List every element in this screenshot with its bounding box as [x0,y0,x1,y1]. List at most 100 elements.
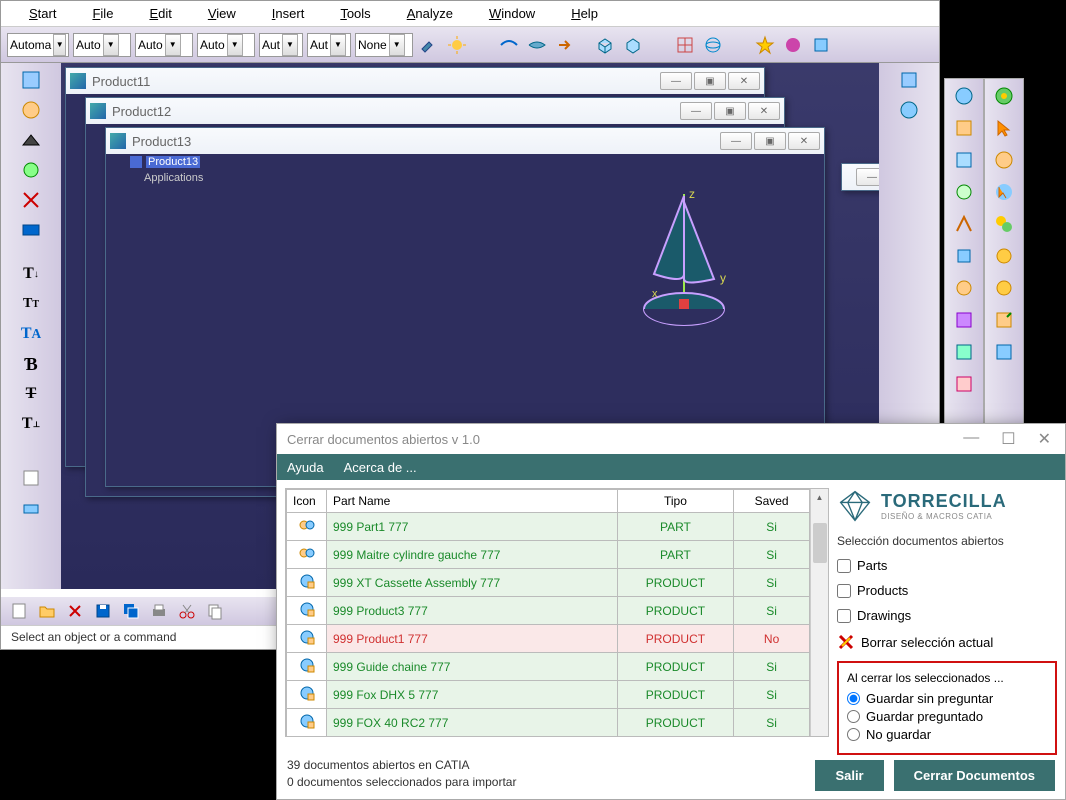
text-tool-5[interactable]: T [18,381,44,407]
menu-window[interactable]: Window [471,2,553,25]
outer-tool-6[interactable] [951,243,977,269]
table-row[interactable]: Drawing1DRAWINGNew [287,737,810,738]
table-row[interactable]: 999 Guide chaine 777PRODUCTSi [287,653,810,681]
cube2-icon[interactable] [621,33,645,57]
dropdown-5[interactable]: Aut▼ [259,33,303,57]
dropdown-4[interactable]: Auto▼ [197,33,255,57]
dropdown-2[interactable]: Auto▼ [73,33,131,57]
col-saved[interactable]: Saved [734,490,810,513]
dropdown-7[interactable]: None▼ [355,33,413,57]
minimize-button[interactable]: — [856,168,879,186]
outer-tool-b7[interactable] [991,275,1017,301]
minimize-button[interactable]: — [660,72,692,90]
check-products[interactable]: Products [837,583,1057,598]
child-titlebar-2[interactable]: Product12 — ▣ ✕ [86,98,784,124]
child-titlebar-3[interactable]: Product13 — ▣ ✕ [106,128,824,154]
view-icon[interactable] [525,33,549,57]
dropdown-3[interactable]: Auto▼ [135,33,193,57]
text-tool-4[interactable]: Ɓ [18,351,44,377]
outer-tool-4[interactable] [951,179,977,205]
fly-icon[interactable] [497,33,521,57]
minimize-button[interactable]: — [680,102,712,120]
color-icon[interactable] [781,33,805,57]
col-tipo[interactable]: Tipo [617,490,734,513]
outer-tool-8[interactable] [951,307,977,333]
col-partname[interactable]: Part Name [327,490,618,513]
dialog-close-button[interactable]: ✕ [1034,429,1055,449]
outer-tool-b6[interactable] [991,243,1017,269]
dialog-titlebar[interactable]: Cerrar documentos abiertos v 1.0 — ☐ ✕ [277,424,1065,454]
outer-tool-b5[interactable] [991,211,1017,237]
scroll-up-icon[interactable]: ▲ [811,489,828,505]
radio-no-save[interactable]: No guardar [847,727,1047,742]
cursor-icon[interactable] [991,115,1017,141]
menu-edit[interactable]: Edit [131,2,189,25]
radio-save-no-ask[interactable]: Guardar sin preguntar [847,691,1047,706]
tool-l5[interactable] [18,187,44,213]
cube1-icon[interactable] [593,33,617,57]
outer-tool-b3[interactable] [991,147,1017,173]
tool-l6[interactable] [18,217,44,243]
text-tool-2[interactable]: TT [18,291,44,317]
table-row[interactable]: 999 Product3 777PRODUCTSi [287,597,810,625]
table-row[interactable]: 999 FOX 40 RC2 777PRODUCTSi [287,709,810,737]
sun-icon[interactable] [445,33,469,57]
text-tool-3[interactable]: TA [18,321,44,347]
menu-help[interactable]: Help [553,2,616,25]
col-icon[interactable]: Icon [287,490,327,513]
minimize-button[interactable]: — [720,132,752,150]
menu-file[interactable]: File [74,2,131,25]
table-row[interactable]: 999 Part1 777PARTSi [287,513,810,541]
menu-start[interactable]: Start [11,2,74,25]
outer-tool-1[interactable] [951,83,977,109]
table-scrollbar[interactable]: ▲ [810,489,828,736]
open-icon[interactable] [35,599,59,623]
star-icon[interactable] [753,33,777,57]
maximize-button[interactable]: ▣ [754,132,786,150]
table-row[interactable]: 999 Product1 777PRODUCTNo [287,625,810,653]
table-row[interactable]: 999 Fox DHX 5 777PRODUCTSi [287,681,810,709]
tool-r1[interactable] [896,67,922,93]
globe-icon[interactable] [701,33,725,57]
tool-icon[interactable] [809,33,833,57]
dialog-menu-about[interactable]: Acerca de ... [344,460,417,475]
outer-tool-9[interactable] [951,339,977,365]
menu-view[interactable]: View [190,2,254,25]
child-window-extra1[interactable]: —▣✕ [841,163,879,191]
outer-tool-b9[interactable] [991,339,1017,365]
menu-insert[interactable]: Insert [254,2,323,25]
tool-l7[interactable] [18,465,44,491]
tree-root[interactable]: Product13 [126,154,824,170]
tool-l1[interactable] [18,67,44,93]
text-tool-6[interactable]: T⊥ [18,411,44,437]
check-drawings[interactable]: Drawings [837,608,1057,623]
outer-tool-b8[interactable] [991,307,1017,333]
scroll-thumb[interactable] [813,523,827,563]
menu-tools[interactable]: Tools [322,2,388,25]
table-row[interactable]: 999 Maitre cylindre gauche 777PARTSi [287,541,810,569]
axis-gizmo[interactable]: z y x [604,184,764,364]
dropdown-1[interactable]: Automa▼ [7,33,69,57]
save-icon[interactable] [91,599,115,623]
outer-tool-10[interactable] [951,371,977,397]
dialog-menu-help[interactable]: Ayuda [287,460,324,475]
tool-l8[interactable] [18,495,44,521]
child-titlebar-1[interactable]: Product11 — ▣ ✕ [66,68,764,94]
brush-icon[interactable] [417,33,441,57]
print-icon[interactable] [147,599,171,623]
tool-r2[interactable] [896,97,922,123]
outer-tool-3[interactable] [951,147,977,173]
outer-tool-b1[interactable] [991,83,1017,109]
outer-tool-7[interactable] [951,275,977,301]
close-docs-button[interactable]: Cerrar Documentos [894,760,1055,791]
table-row[interactable]: 999 XT Cassette Assembly 777PRODUCTSi [287,569,810,597]
text-tool-1[interactable]: T↓ [18,261,44,287]
new-icon[interactable] [7,599,31,623]
maximize-button[interactable]: ▣ [694,72,726,90]
maximize-button[interactable]: ▣ [714,102,746,120]
dialog-minimize-button[interactable]: — [959,429,983,449]
radio-save-ask[interactable]: Guardar preguntado [847,709,1047,724]
tool-l3[interactable] [18,127,44,153]
cut-icon[interactable] [175,599,199,623]
copy-icon[interactable] [203,599,227,623]
